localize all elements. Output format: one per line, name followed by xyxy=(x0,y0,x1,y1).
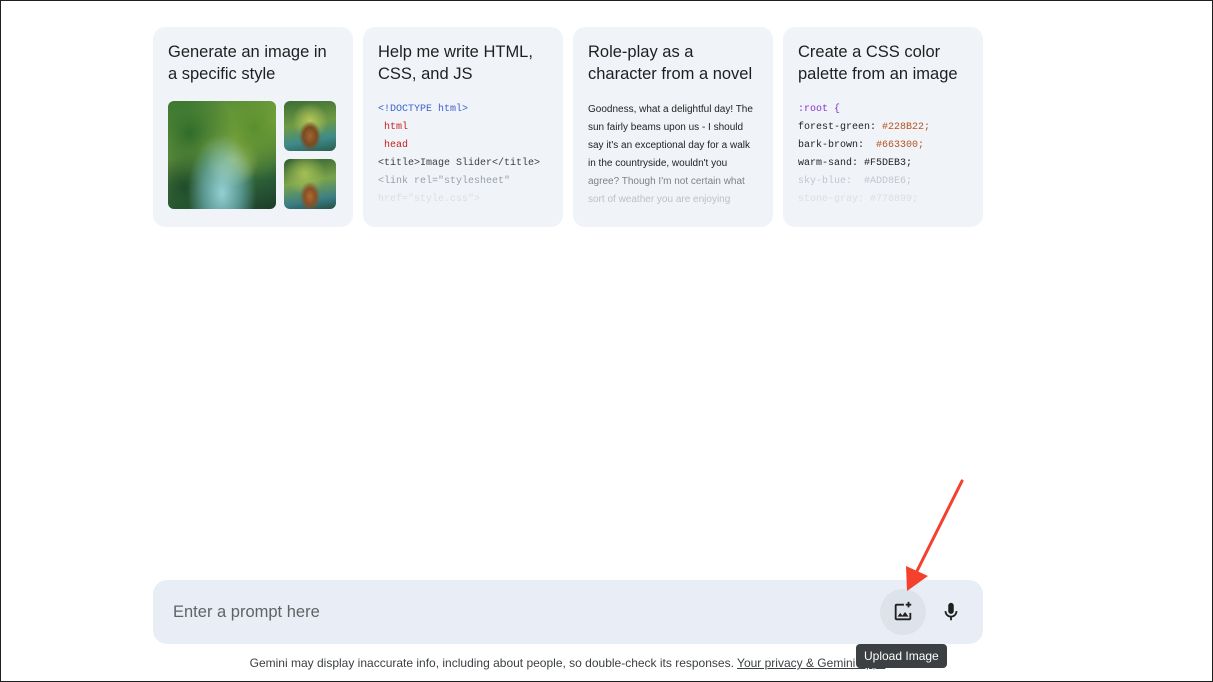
card-title: Role-play as a character from a novel xyxy=(588,43,753,83)
jungle-painting-image xyxy=(168,101,276,209)
card-title: Help me write HTML, CSS, and JS xyxy=(378,43,533,83)
code-line: bark-brown: #663300; xyxy=(798,137,968,155)
code-line: <!DOCTYPE html> xyxy=(378,104,469,115)
suggestion-card-css-palette[interactable]: Create a CSS color palette from an image… xyxy=(783,27,983,227)
code-preview: :root {forest-green: #228B22; bark-brown:… xyxy=(798,101,968,209)
text-preview: Goodness, what a delightful day! The sun… xyxy=(588,101,758,209)
code-token: bark-brown: xyxy=(798,140,865,151)
app-window: Generate an image in a specific style He… xyxy=(0,0,1213,682)
text-line: agree? Though I'm not certain what xyxy=(588,176,745,187)
code-token: warm-sand: xyxy=(798,158,859,169)
code-token: #ADD8E6; xyxy=(864,176,913,187)
code-token: #F5DEB3; xyxy=(864,158,913,169)
text-line: Goodness, what a delightful day! The xyxy=(588,104,753,115)
disclaimer: Gemini may display inaccurate info, incl… xyxy=(1,656,1134,670)
code-line: :root { xyxy=(798,101,968,119)
code-line: warm-sand: #F5DEB3; xyxy=(798,155,968,173)
code-line: <title>Image Slider</title> xyxy=(378,158,541,169)
upload-image-button[interactable] xyxy=(880,589,926,635)
card-title: Create a CSS color palette from an image xyxy=(798,43,958,83)
text-line: sort of weather you are enjoying xyxy=(588,194,731,205)
text-line: in the countryside, wouldn't you xyxy=(588,158,728,169)
river-painting-image xyxy=(284,159,336,209)
code-line: forest-green: #228B22; xyxy=(798,119,968,137)
suggestion-card-role-play[interactable]: Role-play as a character from a novel Go… xyxy=(573,27,773,227)
suggestion-card-image-style[interactable]: Generate an image in a specific style xyxy=(153,27,353,227)
suggestion-card-html-css-js[interactable]: Help me write HTML, CSS, and JS <!DOCTYP… xyxy=(363,27,563,227)
code-line: html xyxy=(378,122,409,133)
code-token: #663300; xyxy=(876,140,925,151)
code-line: <link rel="stylesheet" xyxy=(378,176,511,187)
code-line: href="style.css"> xyxy=(378,194,481,205)
prompt-bar xyxy=(153,580,983,644)
mic-icon xyxy=(944,602,958,621)
code-token: #228B22; xyxy=(882,122,931,133)
text-line: sun fairly beams upon us - I should xyxy=(588,122,744,133)
card-images xyxy=(168,101,338,211)
disclaimer-text: Gemini may display inaccurate info, incl… xyxy=(249,656,734,670)
code-token: stone-gray: xyxy=(798,194,865,205)
card-title: Generate an image in a specific style xyxy=(168,43,327,83)
upload-image-tooltip: Upload Image xyxy=(856,644,947,668)
code-line: stone-gray: #778899; xyxy=(798,191,968,209)
code-token: sky-blue: xyxy=(798,176,853,187)
microphone-button[interactable] xyxy=(928,589,974,635)
prompt-input[interactable] xyxy=(153,580,853,644)
code-token: #778899; xyxy=(870,194,919,205)
code-token: forest-green: xyxy=(798,122,877,133)
add-photo-icon xyxy=(894,601,912,621)
suggestion-cards: Generate an image in a specific style He… xyxy=(153,27,983,227)
code-line: sky-blue: #ADD8E6; xyxy=(798,173,968,191)
code-preview: <!DOCTYPE html> html head <title>Image Sl… xyxy=(378,101,548,209)
code-line: head xyxy=(378,140,409,151)
boat-painting-image xyxy=(284,101,336,151)
code-token: :root { xyxy=(798,104,841,115)
text-line: say it's an exceptional day for a walk xyxy=(588,140,750,151)
